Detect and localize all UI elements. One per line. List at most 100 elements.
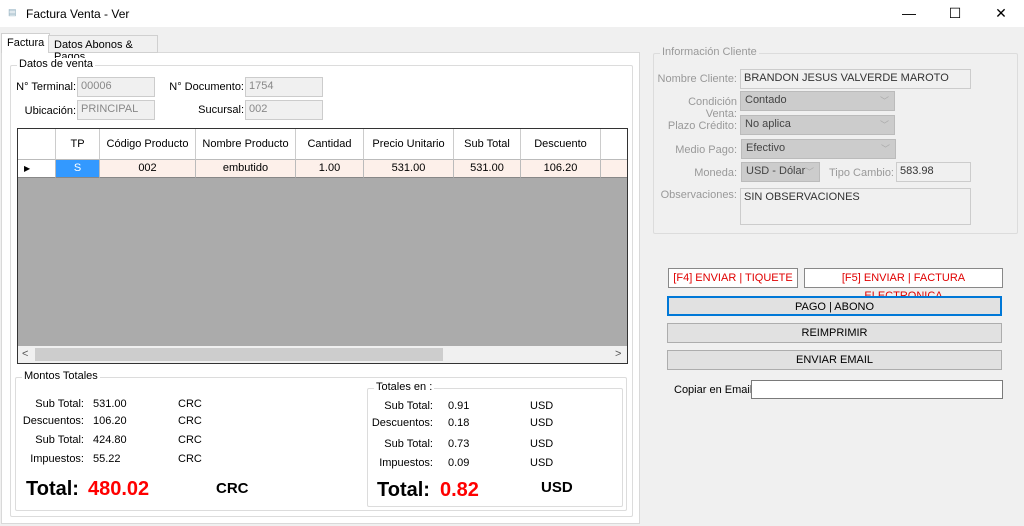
col-descuento[interactable]: Descuento — [521, 129, 601, 160]
totales_en-lbl-3: Impuestos: — [379, 457, 433, 469]
row-selector-icon[interactable]: ▶ — [18, 160, 56, 178]
documento-label: N° Documento: — [169, 81, 244, 93]
plazo-credito-value: No aplica — [745, 118, 791, 130]
cell-cantidad[interactable]: 1.00 — [296, 160, 364, 178]
copiar-email-input[interactable] — [751, 380, 1003, 399]
tab-abonos-pagos[interactable]: Datos Abonos & Pagos — [48, 35, 158, 63]
total-usd-label: Total: — [377, 479, 430, 501]
cell-codigo[interactable]: 002 — [100, 160, 196, 178]
totales_en-cur-3: USD — [530, 457, 554, 469]
ubicacion-label: Ubicación: — [24, 105, 76, 117]
montos-lbl-1: Descuentos: — [22, 415, 84, 427]
medio-pago-label: Medio Pago: — [675, 144, 737, 156]
montos-lbl-2: Sub Total: — [35, 434, 84, 446]
totales_en-lbl-0: Sub Total: — [384, 400, 433, 412]
montos-totales-label: Montos Totales — [22, 370, 100, 382]
sucursal-label: Sucursal: — [198, 104, 244, 116]
tab-factura[interactable]: Factura — [1, 33, 51, 53]
ubicacion-field[interactable]: PRINCIPAL — [77, 100, 155, 120]
scroll-left-icon[interactable]: < — [22, 348, 28, 360]
montos-cur-0: CRC — [178, 398, 202, 410]
totales_en-cur-2: USD — [530, 438, 554, 450]
row-header-corner — [18, 129, 56, 160]
montos-lbl-3: Impuestos: — [30, 453, 84, 465]
col-cantidad[interactable]: Cantidad — [296, 129, 364, 160]
copiar-email-label: Copiar en Email: — [674, 384, 756, 396]
cell-descuento[interactable]: 106.20 — [521, 160, 601, 178]
condicion-venta-select[interactable]: Contado ﹀ — [740, 91, 895, 111]
cell-more — [601, 160, 627, 178]
plazo-credito-select[interactable]: No aplica ﹀ — [740, 115, 895, 135]
close-button[interactable]: ✕ — [978, 0, 1024, 27]
chevron-down-icon: ﹀ — [804, 167, 814, 177]
cell-tp[interactable]: S — [56, 160, 100, 178]
nombre-cliente-label: Nombre Cliente: — [657, 73, 737, 85]
moneda-select[interactable]: USD - Dólar ﹀ — [741, 162, 820, 182]
montos-val-3: 55.22 — [93, 453, 121, 465]
total-crc-value: 480.02 — [88, 478, 150, 500]
tipo-cambio-label: Tipo Cambio: — [828, 167, 894, 179]
nombre-cliente-field[interactable]: BRANDON JESUS VALVERDE MAROTO — [740, 69, 971, 89]
window-title: Factura Venta - Ver — [26, 7, 130, 21]
col-subtotal[interactable]: Sub Total — [454, 129, 521, 160]
products-grid[interactable]: TP Código Producto Nombre Producto Canti… — [17, 128, 628, 364]
terminal-field[interactable]: 00006 — [77, 77, 155, 97]
moneda-value: USD - Dólar — [746, 165, 806, 177]
totales-en-label: Totales en : — [374, 381, 435, 393]
totales_en-cur-0: USD — [530, 400, 554, 412]
cell-precio[interactable]: 531.00 — [364, 160, 454, 178]
col-precio[interactable]: Precio Unitario — [364, 129, 454, 160]
totales_en-cur-1: USD — [530, 417, 554, 429]
col-tp[interactable]: TP — [56, 129, 100, 160]
condicion-venta-label: Condición Venta: — [688, 96, 737, 120]
cell-nombre[interactable]: embutido — [196, 160, 296, 178]
moneda-label: Moneda: — [694, 167, 737, 179]
plazo-credito-label: Plazo Crédito: — [667, 120, 737, 132]
observaciones-field[interactable]: SIN OBSERVACIONES — [740, 188, 971, 225]
montos-val-1: 106.20 — [93, 415, 127, 427]
datos-venta-label: Datos de venta — [17, 58, 95, 70]
cell-subtotal[interactable]: 531.00 — [454, 160, 521, 178]
enviar-tiquete-button[interactable]: [F4] ENVIAR | TIQUETE — [668, 268, 798, 288]
montos-cur-3: CRC — [178, 453, 202, 465]
totales_en-lbl-2: Sub Total: — [384, 438, 433, 450]
col-nombre[interactable]: Nombre Producto — [196, 129, 296, 160]
informacion-cliente-label: Información Cliente — [660, 46, 759, 58]
totales_en-lbl-1: Descuentos: — [371, 417, 433, 429]
reimprimir-button[interactable]: REIMPRIMIR — [667, 323, 1002, 343]
totales_en-val-1: 0.18 — [448, 417, 470, 429]
documento-field[interactable]: 1754 — [245, 77, 323, 97]
chevron-down-icon: ﹀ — [879, 120, 889, 130]
totales_en-val-3: 0.09 — [448, 457, 470, 469]
observaciones-label: Observaciones: — [660, 189, 737, 201]
montos-val-0: 531.00 — [93, 398, 127, 410]
montos-val-2: 424.80 — [93, 434, 127, 446]
medio-pago-value: Efectivo — [746, 142, 786, 154]
totales_en-val-0: 0.91 — [448, 400, 470, 412]
scroll-right-icon[interactable]: > — [615, 348, 621, 360]
condicion-venta-value: Contado — [745, 94, 787, 106]
chevron-down-icon: ﹀ — [879, 96, 889, 106]
title-bar: ▤ Factura Venta - Ver — ☐ ✕ — [0, 0, 1024, 27]
totales_en-val-2: 0.73 — [448, 438, 470, 450]
app-icon: ▤ — [8, 7, 17, 17]
minimize-button[interactable]: — — [886, 0, 932, 27]
sucursal-field[interactable]: 002 — [245, 100, 323, 120]
medio-pago-select[interactable]: Efectivo ﹀ — [741, 139, 896, 159]
pago-abono-button[interactable]: PAGO | ABONO — [667, 296, 1002, 316]
enviar-factura-electronica-button[interactable]: [F5] ENVIAR | FACTURA ELECTRONICA — [804, 268, 1003, 302]
chevron-down-icon: ﹀ — [880, 144, 890, 154]
col-more — [601, 129, 627, 160]
montos-cur-1: CRC — [178, 415, 202, 427]
total-usd-value: 0.82 — [440, 479, 479, 501]
horizontal-scrollbar[interactable]: < > — [18, 346, 627, 363]
total-usd-currency: USD — [541, 479, 573, 496]
tipo-cambio-field[interactable]: 583.98 — [896, 162, 971, 182]
col-codigo[interactable]: Código Producto — [100, 129, 196, 160]
montos-cur-2: CRC — [178, 434, 202, 446]
scroll-thumb[interactable] — [35, 348, 443, 361]
terminal-label: N° Terminal: — [16, 81, 76, 93]
enviar-email-button[interactable]: ENVIAR EMAIL — [667, 350, 1002, 370]
montos-lbl-0: Sub Total: — [35, 398, 84, 410]
maximize-button[interactable]: ☐ — [932, 0, 978, 27]
